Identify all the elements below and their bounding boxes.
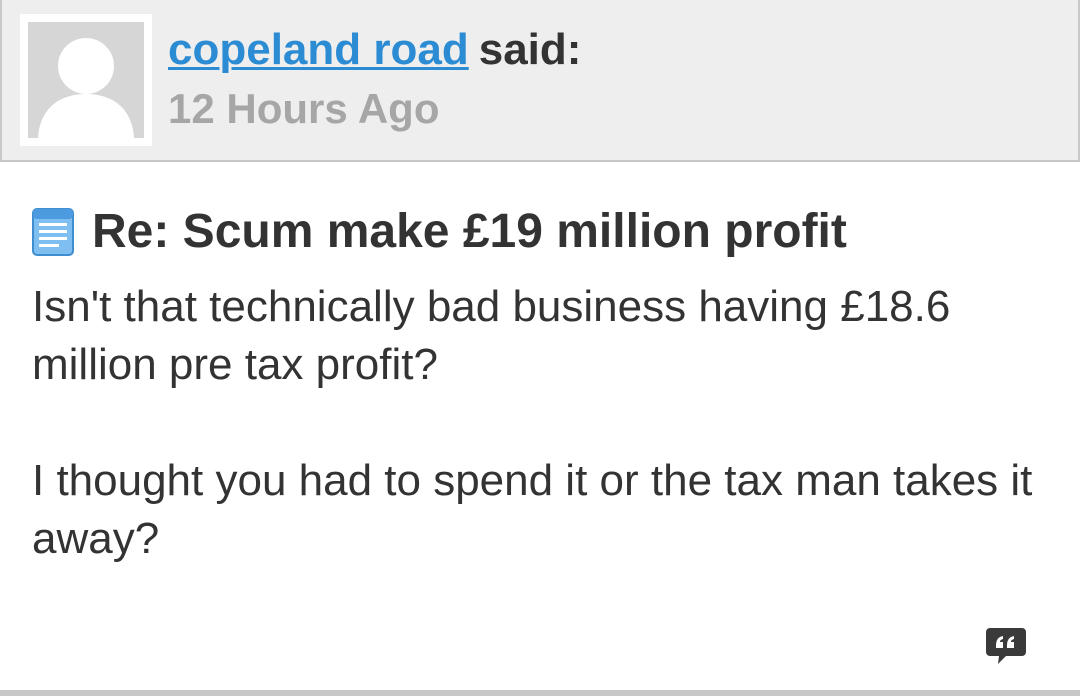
post-header: copeland road said: 12 Hours Ago bbox=[0, 0, 1080, 162]
post-title-text: Re: Scum make £19 million profit bbox=[92, 205, 847, 258]
user-silhouette-icon bbox=[28, 22, 144, 138]
quote-bubble-icon bbox=[986, 628, 1026, 664]
document-icon bbox=[32, 208, 74, 256]
post-title: Re: Scum make £19 million profit bbox=[32, 202, 847, 262]
bottom-divider bbox=[0, 690, 1080, 696]
author-link[interactable]: copeland road bbox=[168, 25, 469, 74]
author-line: copeland road said: bbox=[168, 24, 581, 76]
avatar[interactable] bbox=[20, 14, 152, 146]
post-body: Isn't that technically bad business havi… bbox=[32, 278, 1052, 568]
quote-button[interactable] bbox=[984, 624, 1028, 668]
post-body-paragraph: Isn't that technically bad business havi… bbox=[32, 282, 951, 389]
post-timestamp: 12 Hours Ago bbox=[168, 85, 440, 132]
said-label: said: bbox=[478, 25, 582, 74]
post-body-paragraph: I thought you had to spend it or the tax… bbox=[32, 456, 1033, 563]
